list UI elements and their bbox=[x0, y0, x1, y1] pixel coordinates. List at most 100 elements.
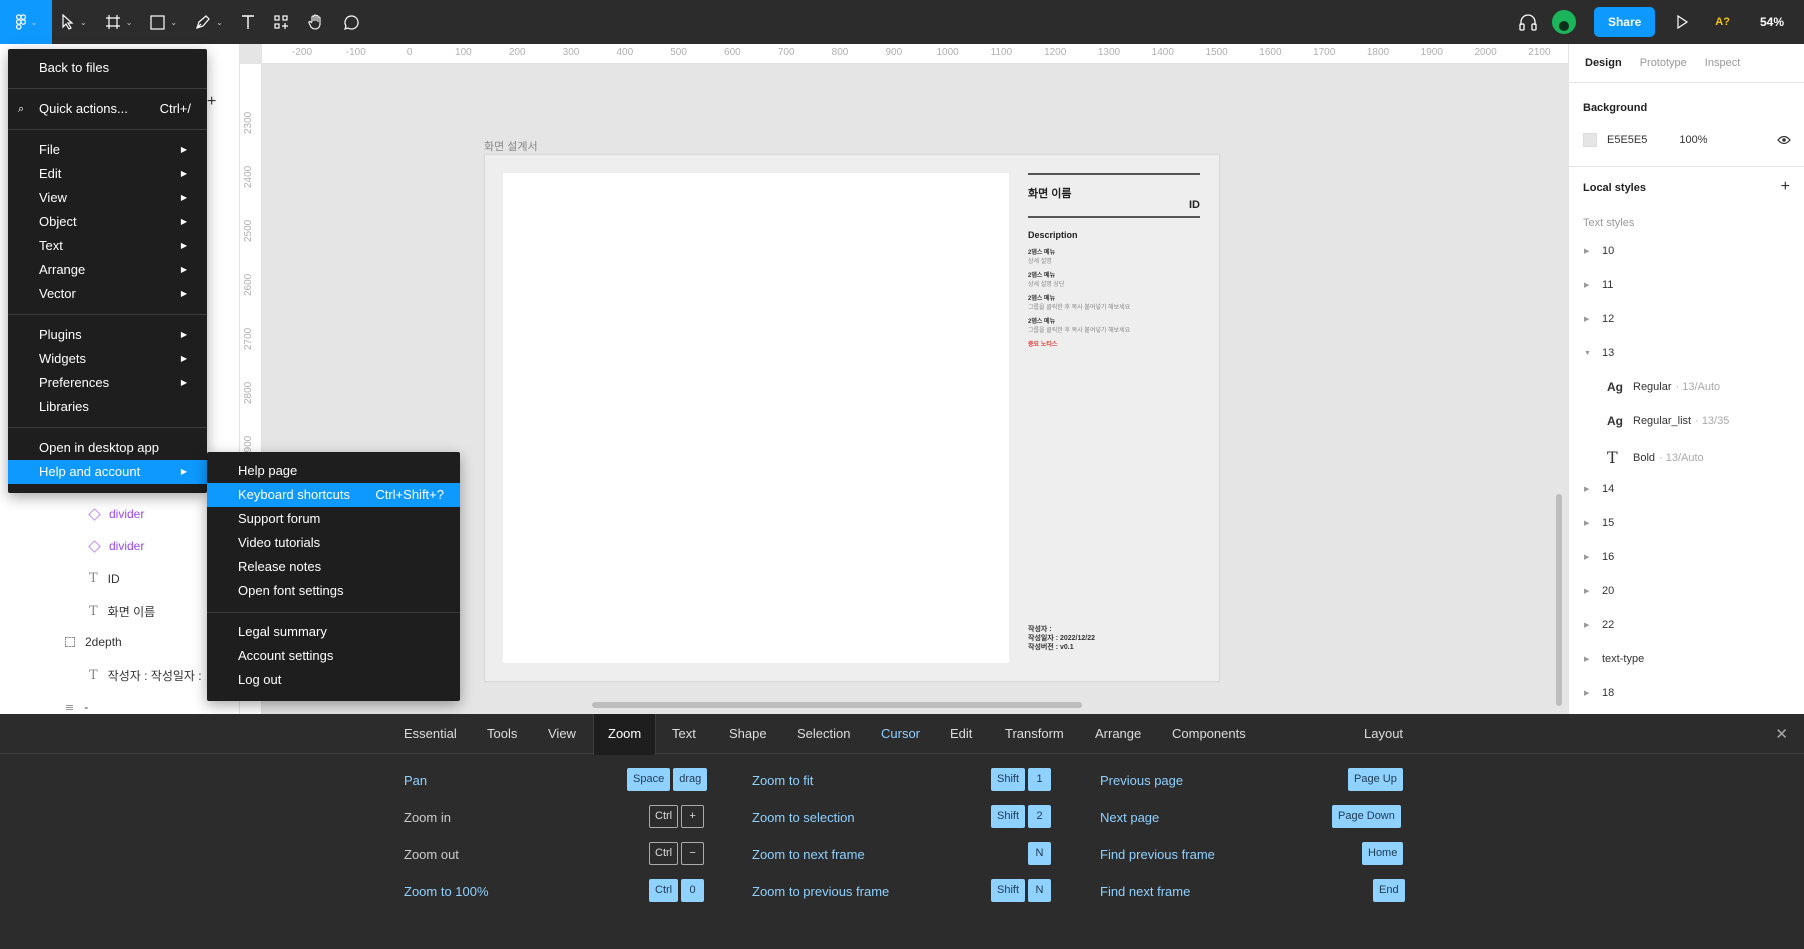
tab-transform[interactable]: Transform bbox=[991, 714, 1078, 754]
menu-item-label: Quick actions... bbox=[39, 101, 128, 116]
frame-tool-button[interactable]: ⌄ bbox=[96, 0, 142, 44]
tab-components[interactable]: Components bbox=[1158, 714, 1260, 754]
tab-arrange[interactable]: Arrange bbox=[1081, 714, 1155, 754]
layer-item[interactable]: T 화면 이름 bbox=[89, 603, 155, 620]
share-button[interactable]: Share bbox=[1593, 7, 1656, 37]
shape-tool-button[interactable]: ⌄ bbox=[141, 0, 186, 44]
layer-item[interactable]: T ID bbox=[89, 571, 120, 586]
tab-tools[interactable]: Tools bbox=[473, 714, 531, 754]
add-style-icon[interactable]: + bbox=[1781, 178, 1790, 196]
style-group-row[interactable]: ▶ 16 bbox=[1584, 551, 1614, 563]
style-group-row[interactable]: ▶ text-type bbox=[1584, 653, 1644, 665]
menu-item-legal-summary[interactable]: Legal summary bbox=[207, 620, 460, 644]
text-style-item[interactable]: T Bold · 13/Auto bbox=[1607, 448, 1704, 467]
layer-item[interactable]: divider bbox=[88, 539, 144, 553]
menu-item-libraries[interactable]: Libraries bbox=[8, 395, 207, 419]
hand-tool-button[interactable] bbox=[298, 0, 334, 44]
menu-item-video-tutorials[interactable]: Video tutorials bbox=[207, 531, 460, 555]
style-group-row[interactable]: ▶ 20 bbox=[1584, 585, 1614, 597]
style-group-row[interactable]: ▶ 10 bbox=[1584, 245, 1614, 257]
menu-item-object[interactable]: Object ▶ bbox=[8, 210, 207, 234]
menu-item-log-out[interactable]: Log out bbox=[207, 668, 460, 692]
menu-item-quick-actions[interactable]: ⌕ Quick actions... Ctrl+/ bbox=[8, 97, 207, 121]
comment-tool-button[interactable] bbox=[334, 0, 369, 44]
menu-item-release-notes[interactable]: Release notes bbox=[207, 555, 460, 579]
text-tool-button[interactable] bbox=[232, 0, 264, 44]
tab-view[interactable]: View bbox=[534, 714, 590, 754]
style-group-row[interactable]: ▶ 18 bbox=[1584, 687, 1614, 699]
main-menu-button[interactable]: ⌄ bbox=[0, 0, 52, 44]
style-group-row[interactable]: ▶ 15 bbox=[1584, 517, 1614, 529]
caret-right-icon: ▶ bbox=[1584, 316, 1590, 323]
text-style-item[interactable]: Ag Regular · 13/Auto bbox=[1607, 380, 1720, 394]
tab-design[interactable]: Design bbox=[1585, 57, 1622, 69]
key: drag bbox=[673, 768, 708, 791]
horizontal-scrollbar[interactable] bbox=[592, 702, 1082, 708]
pen-tool-button[interactable]: ⌄ bbox=[186, 0, 232, 44]
background-color-swatch[interactable] bbox=[1583, 133, 1597, 147]
layer-item[interactable]: 2depth bbox=[65, 635, 122, 649]
headphones-icon[interactable] bbox=[1518, 13, 1538, 31]
menu-item-open-font-settings[interactable]: Open font settings bbox=[207, 579, 460, 603]
layer-item[interactable]: ≡ - bbox=[65, 700, 88, 714]
background-opacity[interactable]: 100% bbox=[1679, 134, 1707, 146]
menu-item-support-forum[interactable]: Support forum bbox=[207, 507, 460, 531]
frame-label[interactable]: 화면 설계서 bbox=[484, 138, 538, 154]
keyboard-shortcuts-panel: Essential Tools View Zoom Text Shape Sel… bbox=[0, 714, 1804, 949]
menu-item-arrange[interactable]: Arrange ▶ bbox=[8, 258, 207, 282]
ruler-tick-label: 300 bbox=[562, 47, 580, 58]
play-icon[interactable] bbox=[1675, 15, 1689, 29]
style-group-row[interactable]: ▶ 12 bbox=[1584, 313, 1614, 325]
ruler-tick-label: 100 bbox=[455, 47, 472, 58]
menu-item-edit[interactable]: Edit ▶ bbox=[8, 162, 207, 186]
menu-item-back-to-files[interactable]: Back to files bbox=[8, 56, 207, 80]
eye-icon[interactable] bbox=[1777, 135, 1791, 145]
menu-item-widgets[interactable]: Widgets ▶ bbox=[8, 347, 207, 371]
zoom-level[interactable]: 54% bbox=[1760, 15, 1784, 29]
tab-selection[interactable]: Selection bbox=[783, 714, 864, 754]
screen-area[interactable] bbox=[503, 173, 1009, 663]
tab-essential[interactable]: Essential bbox=[390, 714, 471, 754]
avatar[interactable] bbox=[1551, 10, 1576, 34]
shortcut-keys: Ctrl + bbox=[649, 805, 705, 828]
menu-item-account-settings[interactable]: Account settings bbox=[207, 644, 460, 668]
menu-item-preferences[interactable]: Preferences ▶ bbox=[8, 371, 207, 395]
tab-zoom[interactable]: Zoom bbox=[593, 714, 657, 755]
menu-item-help-page[interactable]: Help page bbox=[207, 459, 460, 483]
resources-tool-button[interactable] bbox=[264, 0, 298, 44]
screen-spec-frame[interactable]: 화면 이름 ID Description 2뎁스 메뉴 상세 설명 2뎁스 메뉴… bbox=[484, 154, 1220, 682]
close-icon[interactable]: ✕ bbox=[1775, 725, 1788, 743]
menu-item-help-and-account[interactable]: Help and account ▶ bbox=[8, 460, 207, 484]
tab-cursor[interactable]: Cursor bbox=[867, 714, 934, 754]
tab-shape[interactable]: Shape bbox=[715, 714, 781, 754]
text-style-item[interactable]: Ag Regular_list · 13/35 bbox=[1607, 414, 1729, 428]
missing-fonts-indicator[interactable]: A? bbox=[1715, 16, 1730, 28]
style-group-row[interactable]: ▶ 14 bbox=[1584, 483, 1614, 495]
caret-right-icon: ▶ bbox=[180, 145, 187, 154]
style-group-row[interactable]: ▶ 22 bbox=[1584, 619, 1614, 631]
layer-item[interactable]: divider bbox=[88, 507, 144, 521]
main-menu: Back to files ⌕ Quick actions... Ctrl+/ … bbox=[8, 49, 207, 493]
menu-item-plugins[interactable]: Plugins ▶ bbox=[8, 323, 207, 347]
layer-item[interactable]: T 작성자 : 작성일자 : bbox=[89, 667, 202, 684]
tab-edit[interactable]: Edit bbox=[936, 714, 986, 754]
menu-item-text[interactable]: Text ▶ bbox=[8, 234, 207, 258]
tab-text[interactable]: Text bbox=[658, 714, 710, 754]
tab-inspect[interactable]: Inspect bbox=[1705, 57, 1740, 69]
menu-item-view[interactable]: View ▶ bbox=[8, 186, 207, 210]
shortcut-label: Zoom to previous frame bbox=[752, 884, 890, 899]
style-group-row[interactable]: ▶ 11 bbox=[1584, 279, 1613, 291]
menu-item-file[interactable]: File ▶ bbox=[8, 138, 207, 162]
add-page-icon[interactable]: + bbox=[207, 93, 216, 111]
menu-item-open-desktop-app[interactable]: Open in desktop app bbox=[8, 436, 207, 460]
tab-layout[interactable]: Layout bbox=[1350, 714, 1417, 754]
menu-item-vector[interactable]: Vector ▶ bbox=[8, 282, 207, 306]
vertical-scrollbar[interactable] bbox=[1556, 494, 1562, 706]
background-hex[interactable]: E5E5E5 bbox=[1607, 134, 1647, 146]
menu-item-label: Open in desktop app bbox=[39, 440, 159, 455]
properties-panel: Design Prototype Inspect Background E5E5… bbox=[1568, 44, 1804, 714]
menu-item-keyboard-shortcuts[interactable]: Keyboard shortcuts Ctrl+Shift+? bbox=[207, 483, 460, 507]
tab-prototype[interactable]: Prototype bbox=[1640, 57, 1687, 69]
style-group-row[interactable]: ▼ 13 bbox=[1584, 347, 1614, 359]
move-tool-button[interactable]: ⌄ bbox=[52, 0, 96, 44]
